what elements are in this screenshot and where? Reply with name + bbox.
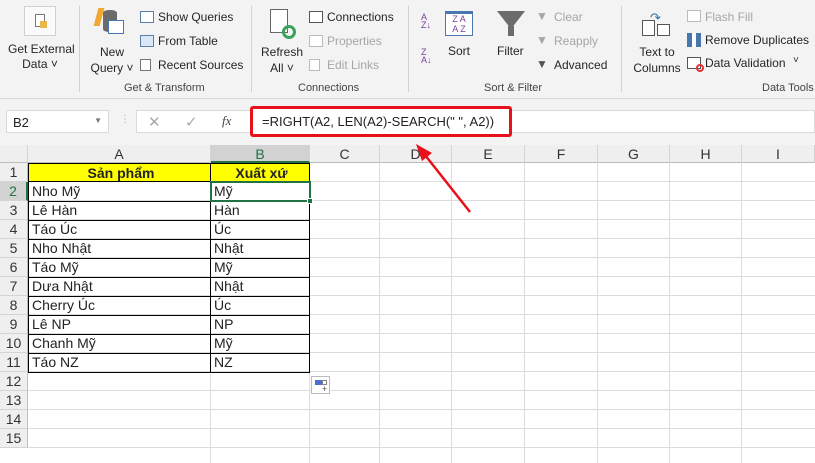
- cell-b9[interactable]: NP: [210, 315, 310, 335]
- cell-a4[interactable]: Táo Úc: [28, 220, 211, 240]
- column-header-e[interactable]: E: [452, 145, 525, 163]
- sort-button[interactable]: Sort: [448, 44, 470, 58]
- data-validation-icon: [687, 57, 704, 72]
- cell-b5[interactable]: Nhật: [210, 239, 310, 259]
- edit-links-button[interactable]: Edit Links: [327, 58, 379, 72]
- column-header-h[interactable]: H: [670, 145, 742, 163]
- remove-duplicates-icon: [687, 33, 701, 47]
- from-table-button[interactable]: From Table: [158, 34, 218, 48]
- new-query-icon: [93, 8, 126, 38]
- row-header-11[interactable]: 11: [0, 353, 28, 372]
- cell-a1[interactable]: Sản phẩm: [28, 163, 211, 182]
- from-table-icon: [140, 35, 154, 47]
- selected-cell-b2[interactable]: [210, 181, 311, 202]
- row-header-3[interactable]: 3: [0, 201, 28, 220]
- advanced-icon: ▼: [536, 57, 548, 71]
- row-header-5[interactable]: 5: [0, 239, 28, 258]
- row-header-2[interactable]: 2: [0, 182, 28, 201]
- column-header-a[interactable]: A: [28, 145, 211, 163]
- cell-a2[interactable]: Nho Mỹ: [28, 182, 211, 202]
- cell-b7[interactable]: Nhật: [210, 277, 310, 297]
- sort-za-icon[interactable]: Z A↓: [421, 48, 432, 65]
- cell-a6[interactable]: Táo Mỹ: [28, 258, 211, 278]
- show-queries-button[interactable]: Show Queries: [158, 10, 233, 24]
- cell-a9[interactable]: Lê NP: [28, 315, 211, 335]
- cell-a5[interactable]: Nho Nhật: [28, 239, 211, 259]
- row-header-7[interactable]: 7: [0, 277, 28, 296]
- cell-b8[interactable]: Úc: [210, 296, 310, 316]
- recent-sources-icon: [140, 59, 151, 71]
- data-validation-dropdown[interactable]: ˅: [793, 55, 799, 66]
- cell-a10[interactable]: Chanh Mỹ: [28, 334, 211, 354]
- quick-analysis-icon[interactable]: +: [311, 376, 330, 394]
- column-header-b[interactable]: B: [211, 145, 310, 163]
- row-header-10[interactable]: 10: [0, 334, 28, 353]
- group-label-connections: Connections: [298, 82, 360, 94]
- flash-fill-icon: [687, 10, 701, 22]
- advanced-button[interactable]: Advanced: [554, 58, 607, 72]
- connections-button[interactable]: Connections: [327, 10, 394, 24]
- cell-b11[interactable]: NZ: [210, 353, 310, 373]
- insert-function-icon[interactable]: fx: [222, 113, 231, 129]
- cell-a8[interactable]: Cherry Úc: [28, 296, 211, 316]
- clear-button[interactable]: Clear: [554, 10, 583, 24]
- text-to-columns-icon: ↷: [642, 10, 672, 38]
- column-header-d[interactable]: D: [380, 145, 452, 163]
- remove-duplicates-button[interactable]: Remove Duplicates: [705, 33, 809, 47]
- cell-b10[interactable]: Mỹ: [210, 334, 310, 354]
- name-box[interactable]: B2 ▼: [6, 110, 109, 133]
- edit-links-icon: [309, 59, 320, 71]
- data-validation-button[interactable]: Data Validation: [705, 56, 786, 70]
- cancel-icon[interactable]: ✕: [148, 113, 161, 131]
- cell-a7[interactable]: Dưa Nhật: [28, 277, 211, 297]
- formula-text[interactable]: =RIGHT(A2, LEN(A2)-SEARCH(" ", A2)): [262, 114, 494, 129]
- row-header-9[interactable]: 9: [0, 315, 28, 334]
- row-header-15[interactable]: 15: [0, 429, 28, 448]
- sort-az-icon[interactable]: A Z↓: [421, 13, 431, 30]
- properties-button[interactable]: Properties: [327, 34, 382, 48]
- column-header-f[interactable]: F: [525, 145, 598, 163]
- reapply-button[interactable]: Reapply: [554, 34, 598, 48]
- row-header-14[interactable]: 14: [0, 410, 28, 429]
- row-header-8[interactable]: 8: [0, 296, 28, 315]
- cell-b1[interactable]: Xuất xứ: [210, 163, 310, 182]
- connections-icon: [309, 11, 323, 23]
- enter-icon[interactable]: ✓: [185, 113, 198, 131]
- group-label-data-tools: Data Tools: [762, 82, 814, 94]
- new-query-button[interactable]: New Query ˅: [88, 44, 136, 76]
- row-header-12[interactable]: 12: [0, 372, 28, 391]
- column-header-g[interactable]: G: [598, 145, 670, 163]
- group-label-sort-filter: Sort & Filter: [484, 82, 543, 94]
- select-all-corner[interactable]: [0, 145, 28, 163]
- cell-b4[interactable]: Úc: [210, 220, 310, 240]
- row-header-4[interactable]: 4: [0, 220, 28, 239]
- cell-b6[interactable]: Mỹ: [210, 258, 310, 278]
- fill-handle[interactable]: [307, 198, 313, 204]
- properties-icon: [309, 35, 323, 47]
- recent-sources-button[interactable]: Recent Sources: [158, 58, 243, 72]
- row-header-6[interactable]: 6: [0, 258, 28, 277]
- column-header-c[interactable]: C: [310, 145, 380, 163]
- cell-b3[interactable]: Hàn: [210, 201, 310, 221]
- column-header-i[interactable]: I: [742, 145, 815, 163]
- get-external-data-button[interactable]: Get External Data ˅: [8, 42, 75, 72]
- clear-icon: ▼: [536, 9, 548, 23]
- flash-fill-button[interactable]: Flash Fill: [705, 10, 753, 24]
- row-header-1[interactable]: 1: [0, 163, 28, 182]
- cell-a3[interactable]: Lê Hàn: [28, 201, 211, 221]
- group-label-get-transform: Get & Transform: [124, 82, 205, 94]
- cell-a11[interactable]: Táo NZ: [28, 353, 211, 373]
- filter-button[interactable]: Filter: [497, 44, 524, 58]
- text-to-columns-button[interactable]: Text to Columns: [630, 44, 684, 76]
- ribbon: Get External Data ˅ New Query ˅ Show Queri…: [0, 0, 815, 99]
- sort-icon: Z AA Z: [445, 11, 473, 36]
- reapply-icon: ▼: [536, 33, 548, 47]
- refresh-all-icon: [270, 9, 296, 39]
- formula-bar-splitter[interactable]: ⋮: [120, 114, 130, 125]
- row-header-13[interactable]: 13: [0, 391, 28, 410]
- refresh-all-button[interactable]: Refresh All ˅: [260, 44, 304, 76]
- get-external-data-icon: [24, 6, 56, 36]
- show-queries-icon: [140, 11, 154, 23]
